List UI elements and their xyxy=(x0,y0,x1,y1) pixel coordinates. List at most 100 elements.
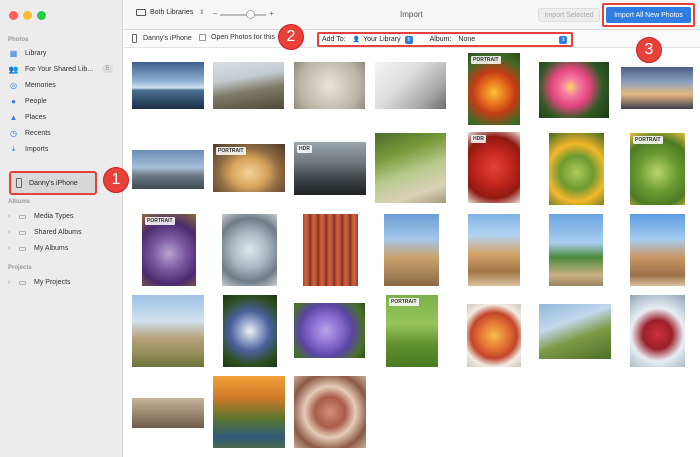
photo-thumbnail[interactable]: PORTRAIT xyxy=(142,214,196,286)
slider-knob[interactable] xyxy=(246,10,255,19)
open-photos-checkbox[interactable] xyxy=(199,34,206,41)
sidebar-item-label: People xyxy=(25,97,47,105)
sidebar-item-iphone[interactable]: Danny's iPhone xyxy=(9,171,97,195)
photo-thumbnail[interactable]: HDR xyxy=(294,142,366,195)
chevron-right-icon[interactable]: › xyxy=(8,279,13,286)
places-icon: ▲ xyxy=(9,112,18,122)
callout-2: 2 xyxy=(278,24,304,50)
photo-thumbnail[interactable] xyxy=(294,376,366,448)
sidebar-item-shared-library[interactable]: 👥 For Your Shared Lib... xyxy=(8,62,116,76)
sidebar-item-label: Memories xyxy=(25,81,56,89)
photo-thumbnail[interactable] xyxy=(132,398,204,428)
zoom-window-button[interactable] xyxy=(37,11,46,20)
photo-thumbnail[interactable]: PORTRAIT xyxy=(630,133,685,205)
photo-thumbnail[interactable] xyxy=(132,295,204,367)
sidebar-item-label: Danny's iPhone xyxy=(29,179,78,187)
sidebar-item-imports[interactable]: ⤓ Imports xyxy=(8,142,49,156)
sidebar-item-library[interactable]: ▦ Library xyxy=(8,46,47,60)
recents-icon: ◷ xyxy=(10,128,17,138)
photo-thumbnail[interactable] xyxy=(213,62,284,109)
photo-thumbnail[interactable] xyxy=(539,304,611,359)
people-icon: ● xyxy=(11,96,16,106)
photo-thumbnail[interactable] xyxy=(549,214,603,286)
portrait-badge: PORTRAIT xyxy=(145,217,175,225)
section-title-photos: Photos xyxy=(8,37,29,43)
add-to-label: Add To: xyxy=(322,36,346,43)
photo-thumbnail[interactable] xyxy=(294,62,365,109)
photo-thumbnail[interactable] xyxy=(384,214,439,286)
sidebar-item-label: Library xyxy=(25,49,47,57)
chevron-right-icon[interactable]: › xyxy=(8,213,13,220)
chevron-right-icon[interactable]: › xyxy=(8,229,13,236)
import-options-bar: Danny's iPhone Open Photos for this Add … xyxy=(124,30,700,48)
photo-thumbnail[interactable] xyxy=(467,304,521,367)
album-value: None xyxy=(458,36,476,43)
sidebar-item-people[interactable]: ● People xyxy=(8,94,47,108)
shared-library-icon: 👥 xyxy=(8,64,19,74)
import-all-button[interactable]: Import All New Photos xyxy=(606,7,691,23)
minimize-window-button[interactable] xyxy=(23,11,32,20)
sidebar: Photos ▦ Library 👥 For Your Shared Lib..… xyxy=(0,0,123,457)
portrait-badge: PORTRAIT xyxy=(389,298,419,306)
close-window-button[interactable] xyxy=(9,11,18,20)
photo-thumbnail[interactable] xyxy=(539,62,609,118)
photo-thumbnail[interactable]: PORTRAIT xyxy=(386,295,438,367)
photo-thumbnail[interactable] xyxy=(630,214,685,286)
toolbar: Both Libraries ⇕ – + Import Import Selec… xyxy=(124,0,700,30)
window-title: Import xyxy=(400,10,423,19)
photo-thumbnail[interactable] xyxy=(468,214,520,286)
import-selected-button[interactable]: Import Selected xyxy=(538,8,600,22)
photo-thumbnail[interactable] xyxy=(303,214,358,286)
chevron-updown-icon: ⇕ xyxy=(199,10,205,16)
photo-thumbnail[interactable] xyxy=(375,62,446,109)
library-select[interactable]: Both Libraries ⇕ xyxy=(136,9,204,16)
sidebar-item-label: For Your Shared Lib... xyxy=(25,65,94,73)
photo-thumbnail[interactable] xyxy=(213,376,285,448)
photo-thumbnail[interactable] xyxy=(132,150,204,189)
photo-thumbnail[interactable] xyxy=(132,62,204,109)
sidebar-item-label: Imports xyxy=(25,145,49,153)
hdr-badge: HDR xyxy=(471,135,486,143)
sidebar-item-memories[interactable]: ◎ Memories xyxy=(8,78,56,92)
sidebar-item-shared-albums[interactable]: › ▭ Shared Albums xyxy=(8,225,81,239)
sidebar-item-recents[interactable]: ◷ Recents xyxy=(8,126,51,140)
callout-1: 1 xyxy=(103,167,129,193)
folder-icon: ▭ xyxy=(18,227,27,237)
count-badge: 5 xyxy=(101,65,113,73)
iphone-icon xyxy=(16,178,22,188)
portrait-badge: PORTRAIT xyxy=(216,147,246,155)
open-photos-label: Open Photos for this xyxy=(211,34,275,41)
imports-icon: ⤓ xyxy=(11,144,16,153)
add-to-select[interactable]: 👤 Your Library ⇕ xyxy=(350,35,428,45)
person-icon: 👤 xyxy=(352,37,361,43)
iphone-icon xyxy=(132,34,137,43)
zoom-out-icon[interactable]: – xyxy=(213,9,217,18)
library-select-label: Both Libraries xyxy=(150,9,194,16)
photo-thumbnail[interactable] xyxy=(294,303,365,358)
album-select[interactable]: None ⇕ xyxy=(455,35,568,45)
sidebar-item-media-types[interactable]: › ▭ Media Types xyxy=(8,209,74,223)
device-label: Danny's iPhone xyxy=(132,34,192,43)
folder-icon: ▭ xyxy=(18,243,27,253)
chevron-updown-icon: ⇕ xyxy=(559,35,568,44)
photo-thumbnail[interactable] xyxy=(630,295,685,367)
open-photos-option[interactable]: Open Photos for this xyxy=(199,34,279,41)
photo-thumbnail[interactable]: PORTRAIT xyxy=(213,144,285,192)
photo-thumbnail[interactable] xyxy=(223,295,277,367)
photo-thumbnail[interactable] xyxy=(621,67,693,109)
photo-thumbnail[interactable] xyxy=(375,133,446,203)
sidebar-item-places[interactable]: ▲ Places xyxy=(8,110,46,124)
photo-thumbnail[interactable]: HDR xyxy=(468,132,520,203)
photo-thumbnail[interactable]: PORTRAIT xyxy=(468,53,520,125)
sidebar-item-label: Media Types xyxy=(34,212,74,220)
window-controls xyxy=(9,11,46,20)
photo-thumbnail[interactable] xyxy=(222,214,277,286)
folder-icon: ▭ xyxy=(18,211,27,221)
zoom-in-icon[interactable]: + xyxy=(269,9,274,18)
chevron-right-icon[interactable]: › xyxy=(8,245,13,252)
sidebar-item-my-albums[interactable]: › ▭ My Albums xyxy=(8,241,68,255)
chevron-updown-icon: ⇕ xyxy=(404,35,413,44)
zoom-slider[interactable] xyxy=(220,10,266,19)
sidebar-item-my-projects[interactable]: › ▭ My Projects xyxy=(8,275,71,289)
photo-thumbnail[interactable] xyxy=(549,133,604,205)
